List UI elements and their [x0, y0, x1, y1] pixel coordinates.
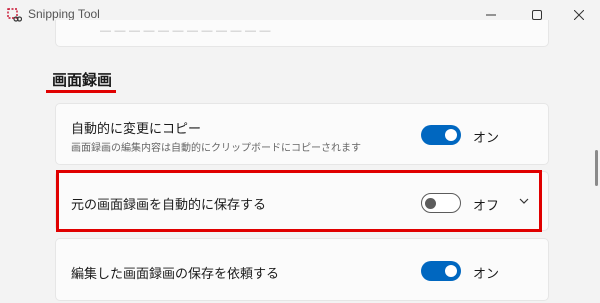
setting-description: 画面録画の編集内容は自動的にクリップボードにコピーされます	[71, 143, 361, 154]
toggle-knob	[445, 265, 457, 277]
setting-card-ask-save: 編集した画面録画の保存を依頼する オン	[55, 238, 549, 301]
toggle-state-label: オフ	[473, 199, 500, 214]
close-button[interactable]	[556, 0, 600, 30]
ask-save-toggle[interactable]	[421, 261, 461, 281]
section-heading: 画面録画	[52, 71, 113, 89]
setting-label: 編集した画面録画の保存を依頼する	[71, 267, 280, 282]
chevron-down-icon[interactable]	[518, 195, 530, 207]
auto-save-toggle[interactable]	[421, 193, 461, 213]
auto-copy-toggle[interactable]	[421, 125, 461, 145]
toggle-knob	[425, 197, 436, 209]
close-icon	[574, 10, 584, 20]
toggle-knob	[445, 129, 457, 141]
window-title: Snipping Tool	[28, 7, 100, 21]
toggle-state-label: オン	[473, 267, 500, 282]
heading-underline-annotation	[46, 90, 116, 93]
previous-setting-card: ― ― ― ― ― ― ― ― ― ― ― ―	[55, 20, 549, 47]
minimize-icon	[486, 14, 496, 16]
setting-card-auto-save[interactable]: 元の画面録画を自動的に保存する オフ	[55, 171, 549, 231]
setting-card-auto-copy: 自動的に変更にコピー 画面録画の編集内容は自動的にクリップボードにコピーされます…	[55, 103, 549, 165]
maximize-icon	[532, 10, 542, 20]
setting-label: 自動的に変更にコピー	[71, 122, 202, 137]
scrollbar-thumb[interactable]	[595, 150, 598, 186]
snipping-tool-icon	[7, 8, 22, 22]
toggle-state-label: オン	[473, 131, 500, 146]
setting-label: 元の画面録画を自動的に保存する	[71, 198, 267, 213]
previous-setting-faded-text: ― ― ― ― ― ― ― ― ― ― ― ―	[100, 24, 271, 37]
